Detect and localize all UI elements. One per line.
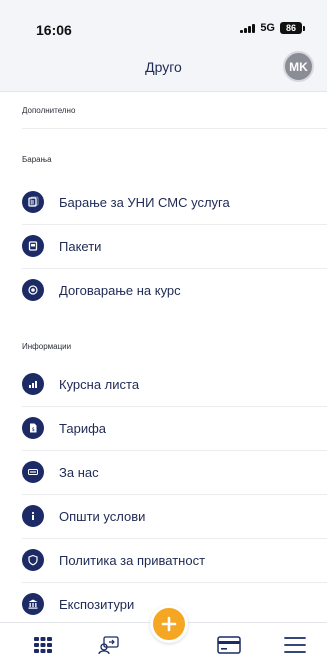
divider [22, 128, 327, 129]
bank-branch-icon [22, 593, 44, 615]
menu-item-general-terms[interactable]: Општи услови [0, 494, 327, 538]
menu-item-label: Тарифа [59, 420, 107, 436]
network-type: 5G [260, 22, 275, 34]
section-label-additional[interactable]: Дополнително [22, 106, 75, 115]
plus-icon [161, 616, 177, 632]
menu-item-label: Курсна листа [59, 376, 140, 392]
menu-item-label: Општи услови [59, 508, 146, 524]
hamburger-icon[interactable] [282, 633, 308, 657]
menu-item-privacy-policy[interactable]: Политика за приватност [0, 538, 327, 582]
add-button[interactable] [150, 605, 188, 643]
menu-item-label: Експозитури [59, 596, 135, 612]
section-label-information: Информации [22, 342, 72, 351]
signal-icon [240, 23, 256, 33]
menu-item-label: Политика за приватност [59, 552, 206, 568]
menu-item-label: Барање за УНИ СМС услуга [59, 194, 230, 210]
section-label-requests: Барања [22, 155, 52, 164]
card-icon[interactable] [216, 633, 242, 657]
page-title: Друго [145, 59, 182, 75]
status-bar: 16:06 5G 86 [0, 0, 327, 42]
menu-item-packages[interactable]: Пакети [0, 224, 327, 268]
menu-item-tariff[interactable]: $ Тарифа [0, 406, 327, 450]
shield-icon [22, 549, 44, 571]
menu-item-exchange-rate-deal[interactable]: Договарање на курс [0, 268, 327, 312]
exchange-rate-chart-icon [22, 373, 44, 395]
avatar[interactable]: MK [283, 51, 314, 82]
menu-item-exchange-rates[interactable]: Курсна листа [0, 362, 327, 406]
menu-item-about-us[interactable]: За нас [0, 450, 327, 494]
svg-text:$: $ [32, 427, 35, 433]
menu-item-label: За нас [59, 464, 99, 480]
menu-item-label: Договарање на курс [59, 282, 181, 298]
transfer-icon[interactable] [96, 633, 122, 657]
sms-service-icon [22, 191, 44, 213]
menu-item-label: Пакети [59, 238, 102, 254]
grid-menu-icon[interactable] [30, 633, 56, 657]
about-us-icon [22, 461, 44, 483]
menu-item-sms-service[interactable]: Барање за УНИ СМС услуга [0, 180, 327, 224]
status-indicators: 5G 86 [240, 22, 305, 34]
app-header: Друго MK [0, 42, 327, 92]
battery-icon: 86 [280, 22, 302, 34]
battery-tip [303, 25, 305, 31]
bottom-navigation [0, 605, 327, 666]
info-icon [22, 505, 44, 527]
package-icon [22, 235, 44, 257]
exchange-rate-deal-icon [22, 279, 44, 301]
status-time: 16:06 [36, 22, 72, 38]
tariff-document-icon: $ [22, 417, 44, 439]
